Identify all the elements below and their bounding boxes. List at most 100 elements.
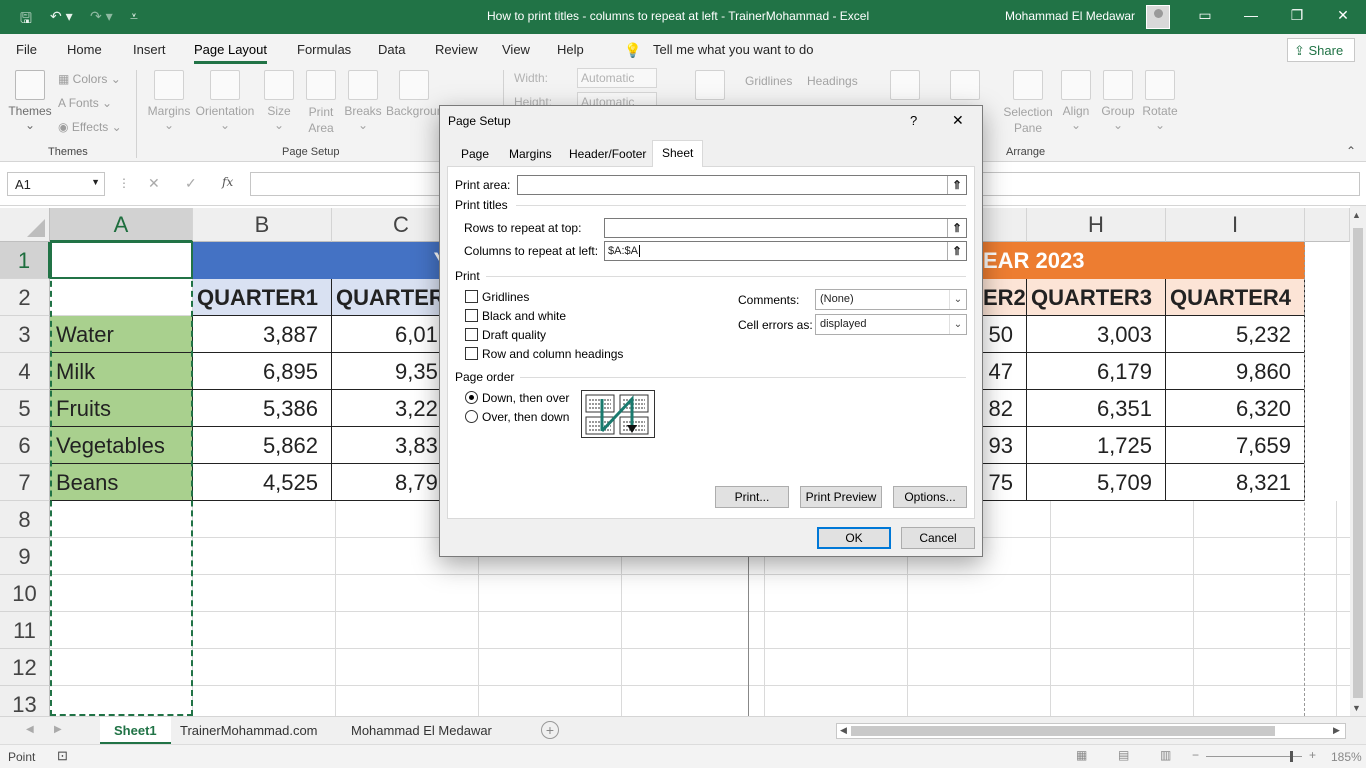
- gridlines-checkbox-label[interactable]: Gridlines: [482, 290, 529, 304]
- row-header[interactable]: 4: [0, 353, 50, 390]
- column-header-i[interactable]: I: [1166, 208, 1305, 242]
- value-cell[interactable]: 82: [983, 390, 1027, 427]
- margins-button[interactable]: Margins ⌄: [145, 70, 193, 132]
- tab-file[interactable]: File: [16, 42, 37, 57]
- print-area-input[interactable]: ⇑: [517, 175, 967, 195]
- quarter-header[interactable]: QUARTER4: [1166, 279, 1305, 316]
- value-cell[interactable]: 6,895: [193, 353, 332, 390]
- row-header[interactable]: 11: [0, 612, 50, 649]
- scroll-up-icon[interactable]: ▲: [1352, 210, 1361, 220]
- value-cell[interactable]: 7,659: [1166, 427, 1305, 464]
- cancel-entry-icon[interactable]: ✕: [148, 175, 160, 192]
- page-layout-view-icon[interactable]: ▤: [1118, 748, 1129, 762]
- tab-review[interactable]: Review: [435, 42, 478, 57]
- orientation-button[interactable]: Orientation ⌄: [195, 70, 255, 132]
- collapse-dialog-icon[interactable]: ⇑: [947, 242, 966, 260]
- value-cell[interactable]: 3,003: [1027, 316, 1166, 353]
- rotate-button[interactable]: Rotate ⌄: [1140, 70, 1180, 132]
- sheet-tab-trainermohammad[interactable]: TrainerMohammad.com: [166, 717, 332, 745]
- column-header-a[interactable]: A: [50, 208, 193, 242]
- print-area-button[interactable]: Print Area: [301, 70, 341, 136]
- quarter-header[interactable]: QUARTER3: [1027, 279, 1166, 316]
- comments-select[interactable]: (None) ⌄: [815, 289, 967, 310]
- tab-page-layout[interactable]: Page Layout: [194, 42, 268, 64]
- value-cell[interactable]: 47: [983, 353, 1027, 390]
- group-button[interactable]: Group ⌄: [1098, 70, 1138, 132]
- draft-quality-checkbox[interactable]: [465, 328, 478, 341]
- restore-icon[interactable]: ❐: [1282, 7, 1312, 24]
- column-header-h[interactable]: H: [1027, 208, 1166, 242]
- colors-button[interactable]: ▦ Colors ⌄: [58, 72, 121, 86]
- value-cell[interactable]: 8,321: [1166, 464, 1305, 501]
- close-dialog-icon[interactable]: ✕: [952, 112, 964, 129]
- down-then-over-label[interactable]: Down, then over: [482, 391, 569, 405]
- value-cell[interactable]: 5,709: [1027, 464, 1166, 501]
- column-header-b[interactable]: B: [193, 208, 332, 242]
- black-and-white-checkbox[interactable]: [465, 309, 478, 322]
- quarter-header[interactable]: QUARTER1: [193, 279, 332, 316]
- align-button[interactable]: Align ⌄: [1058, 70, 1094, 132]
- draft-quality-checkbox-label[interactable]: Draft quality: [482, 328, 546, 342]
- close-window-icon[interactable]: ✕: [1328, 7, 1358, 24]
- row-header[interactable]: 3: [0, 316, 50, 353]
- bring-forward-button[interactable]: [880, 70, 930, 104]
- row-header[interactable]: 1: [0, 242, 50, 279]
- dialog-tab-page[interactable]: Page: [452, 142, 498, 166]
- dialog-tab-sheet[interactable]: Sheet: [652, 140, 704, 167]
- item-label[interactable]: Water: [50, 316, 193, 353]
- tab-help[interactable]: Help: [557, 42, 584, 57]
- row-header[interactable]: 7: [0, 464, 50, 501]
- collapse-dialog-icon[interactable]: ⇑: [947, 176, 966, 194]
- item-label[interactable]: Beans: [50, 464, 193, 501]
- insert-function-icon[interactable]: fx: [222, 175, 233, 189]
- scroll-down-icon[interactable]: ▼: [1352, 703, 1361, 713]
- normal-view-icon[interactable]: ▦: [1076, 748, 1087, 762]
- tab-formulas[interactable]: Formulas: [297, 42, 351, 57]
- value-cell[interactable]: 6,351: [1027, 390, 1166, 427]
- black-and-white-checkbox-label[interactable]: Black and white: [482, 309, 566, 323]
- down-then-over-radio[interactable]: [465, 391, 478, 404]
- options-button[interactable]: Options...: [893, 486, 967, 508]
- next-sheet-icon[interactable]: ▶: [54, 724, 62, 735]
- item-label[interactable]: Milk: [50, 353, 193, 390]
- themes-button[interactable]: Themes ⌄: [8, 70, 52, 132]
- page-break-view-icon[interactable]: ▥: [1160, 748, 1171, 762]
- value-cell[interactable]: 5,232: [1166, 316, 1305, 353]
- macro-record-icon[interactable]: ⊡: [57, 748, 68, 764]
- width-select[interactable]: Automatic: [577, 68, 657, 88]
- sheet-tab-mohammad-el-medawar[interactable]: Mohammad El Medawar: [337, 717, 506, 745]
- row-header[interactable]: 13: [0, 686, 50, 716]
- page-setup-icon-button[interactable]: [690, 70, 730, 104]
- horizontal-scrollbar[interactable]: ◀ ▶: [836, 723, 1346, 739]
- zoom-slider[interactable]: [1206, 756, 1302, 757]
- rows-to-repeat-input[interactable]: ⇑: [604, 218, 967, 238]
- cell-errors-select[interactable]: displayed ⌄: [815, 314, 967, 335]
- dialog-tab-margins[interactable]: Margins: [500, 142, 561, 166]
- scroll-thumb[interactable]: [1353, 228, 1363, 698]
- value-cell[interactable]: 9,860: [1166, 353, 1305, 390]
- cell-a2[interactable]: [50, 279, 193, 316]
- row-header[interactable]: 6: [0, 427, 50, 464]
- share-button[interactable]: ⇪ Share: [1287, 38, 1355, 62]
- value-cell[interactable]: 3,887: [193, 316, 332, 353]
- vertical-scrollbar[interactable]: ▲ ▼: [1350, 206, 1366, 716]
- value-cell[interactable]: 6,320: [1166, 390, 1305, 427]
- prev-sheet-icon[interactable]: ◀: [26, 724, 34, 735]
- select-all-corner[interactable]: [0, 208, 50, 242]
- row-header[interactable]: 9: [0, 538, 50, 575]
- row-column-headings-checkbox-label[interactable]: Row and column headings: [482, 347, 623, 361]
- help-button[interactable]: ?: [910, 113, 917, 128]
- row-header[interactable]: 12: [0, 649, 50, 686]
- collapse-ribbon-icon[interactable]: ⌃: [1346, 144, 1356, 158]
- over-then-down-label[interactable]: Over, then down: [482, 410, 569, 424]
- value-cell[interactable]: 1,725: [1027, 427, 1166, 464]
- columns-to-repeat-input[interactable]: $A:$A ⇑: [604, 241, 967, 261]
- tab-insert[interactable]: Insert: [133, 42, 166, 57]
- over-then-down-radio[interactable]: [465, 410, 478, 423]
- avatar[interactable]: [1146, 5, 1170, 29]
- value-cell[interactable]: 5,862: [193, 427, 332, 464]
- customize-quick-access-icon[interactable]: ⩡: [130, 8, 138, 25]
- tab-home[interactable]: Home: [67, 42, 102, 57]
- item-label[interactable]: Fruits: [50, 390, 193, 427]
- year-banner-left[interactable]: YE: [193, 242, 471, 279]
